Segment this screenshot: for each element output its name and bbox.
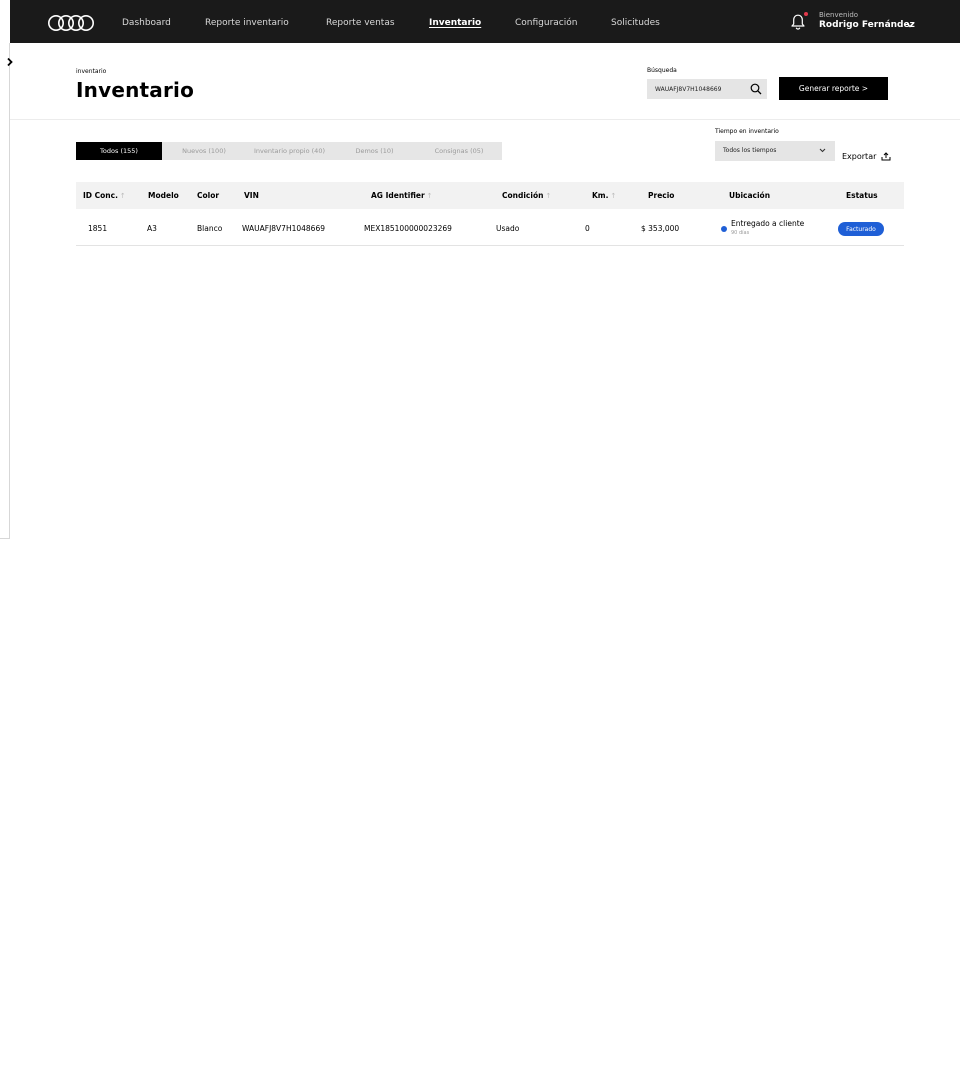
table-header: ID Conc. ↑ Modelo Color VIN AG Identifier…	[76, 182, 904, 209]
column-color: Color	[197, 191, 220, 200]
status-badge[interactable]: Facturado	[838, 222, 884, 236]
user-name[interactable]: Rodrigo Fernández	[819, 20, 915, 30]
column-vin: VIN	[244, 191, 259, 200]
nav-configuracion[interactable]: Configuración	[515, 18, 577, 28]
header-divider	[10, 119, 960, 120]
tab-consignas[interactable]: Consignas (05)	[416, 142, 502, 160]
cell-ubicacion-days: 90 días	[731, 230, 750, 236]
chevron-down-icon[interactable]	[906, 22, 914, 28]
collapsed-sidebar	[0, 43, 10, 539]
search-icon[interactable]	[750, 83, 762, 95]
time-in-inventory-label: Tiempo en inventario	[715, 128, 779, 135]
cell-km: 0	[585, 224, 590, 233]
nav-solicitudes[interactable]: Solicitudes	[611, 18, 660, 28]
notification-bell-icon[interactable]	[790, 13, 806, 31]
audi-logo-icon[interactable]	[47, 14, 95, 32]
time-select-value: Todos los tiempos	[723, 147, 777, 154]
tab-todos[interactable]: Todos (155)	[76, 142, 162, 160]
time-in-inventory-select[interactable]: Todos los tiempos	[715, 141, 835, 161]
column-precio: Precio	[648, 191, 675, 200]
tab-nuevos[interactable]: Nuevos (100)	[162, 142, 246, 160]
search-box[interactable]	[647, 79, 767, 99]
nav-reporte-inventario[interactable]: Reporte inventario	[205, 18, 289, 28]
sort-arrow-icon[interactable]: ↑	[427, 192, 433, 200]
cell-condicion: Usado	[496, 224, 520, 233]
cell-color: Blanco	[197, 224, 223, 233]
column-condicion[interactable]: Condición ↑	[502, 191, 551, 200]
chevron-right-icon[interactable]	[6, 57, 14, 67]
column-ubicacion: Ubicación	[729, 191, 771, 200]
column-modelo: Modelo	[148, 191, 179, 200]
cell-precio: $ 353,000	[641, 224, 680, 233]
export-button[interactable]: Exportar	[842, 152, 876, 161]
cell-modelo: A3	[147, 224, 157, 233]
generate-report-button[interactable]: Generar reporte >	[779, 77, 888, 100]
nav-inventario[interactable]: Inventario	[429, 18, 481, 28]
column-id-conc[interactable]: ID Conc. ↑	[83, 191, 126, 200]
column-km[interactable]: Km. ↑	[592, 191, 616, 200]
sort-arrow-icon[interactable]: ↑	[545, 192, 551, 200]
notification-dot	[804, 12, 808, 16]
cell-vin: WAUAFJ8V7H1048669	[242, 224, 325, 233]
column-estatus: Estatus	[846, 191, 878, 200]
nav-reporte-ventas[interactable]: Reporte ventas	[326, 18, 395, 28]
column-ag-identifier[interactable]: AG Identifier ↑	[371, 191, 433, 200]
search-input[interactable]	[655, 84, 751, 94]
sort-arrow-icon[interactable]: ↑	[610, 192, 616, 200]
page-title: Inventario	[76, 78, 195, 102]
table-row[interactable]: 1851 A3 Blanco WAUAFJ8V7H1048669 MEX1851…	[76, 209, 904, 246]
chevron-down-icon	[819, 148, 826, 153]
tab-demos[interactable]: Demos (10)	[333, 142, 416, 160]
inventory-tabs: Todos (155) Nuevos (100) Inventario prop…	[76, 142, 502, 160]
cell-ubicacion: Entregado a cliente	[731, 219, 805, 228]
top-nav-bar: Dashboard Reporte inventario Reporte ven…	[10, 0, 960, 43]
breadcrumb[interactable]: inventario	[76, 68, 106, 75]
welcome-text: Bienvenido	[819, 11, 859, 19]
tab-inventario-propio[interactable]: Inventario propio (40)	[246, 142, 333, 160]
nav-dashboard[interactable]: Dashboard	[122, 18, 171, 28]
export-icon[interactable]	[881, 152, 891, 161]
location-status-dot	[721, 226, 727, 232]
cell-ag-identifier: MEX185100000023269	[364, 224, 452, 233]
search-label: Búsqueda	[647, 67, 677, 74]
sort-arrow-icon[interactable]: ↑	[120, 192, 126, 200]
cell-id: 1851	[88, 224, 108, 233]
